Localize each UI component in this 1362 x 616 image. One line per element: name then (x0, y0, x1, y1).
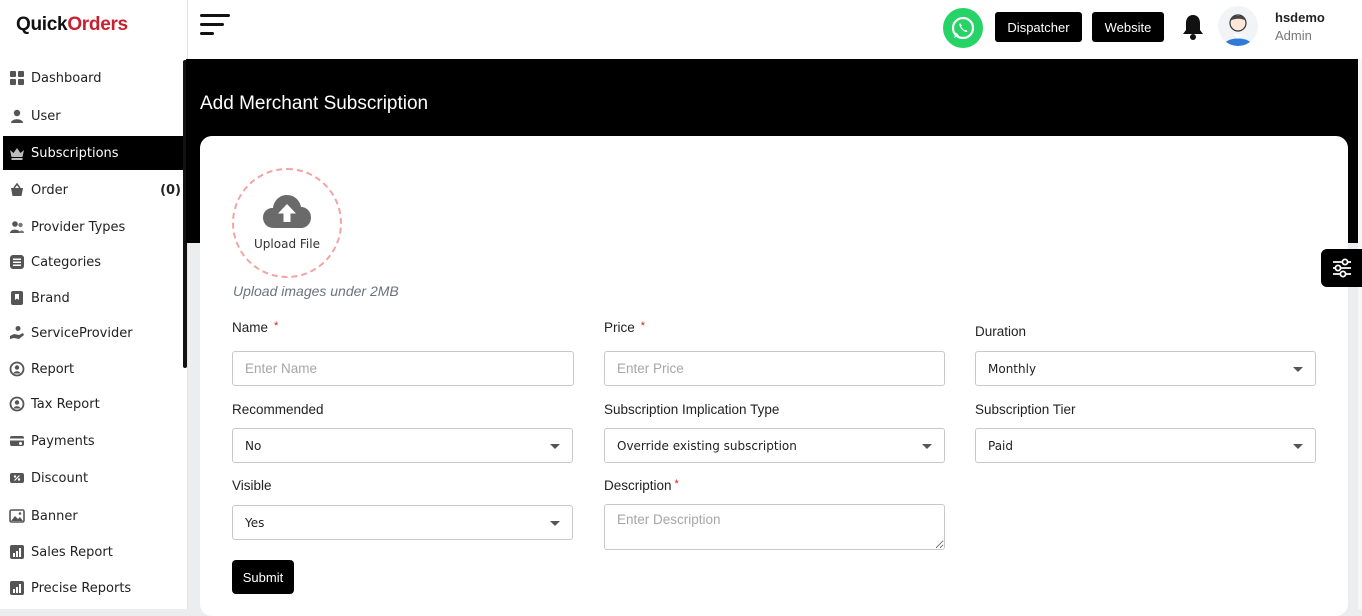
chevron-down-icon (1293, 444, 1303, 449)
sidebar-item-label: Subscriptions (31, 145, 119, 161)
price-label-text: Price (604, 320, 635, 335)
sidebar-item-label: Banner (31, 508, 78, 524)
recommended-select[interactable]: No (232, 428, 573, 463)
name-label-text: Name (232, 320, 269, 335)
hand-icon (3, 325, 31, 341)
sidebar-item-order[interactable]: Order (0) (3, 173, 183, 207)
chevron-down-icon (922, 444, 932, 449)
recommended-selected-value: No (245, 438, 262, 453)
upload-file-dropzone[interactable]: Upload File (232, 168, 342, 278)
order-count-badge: (0) (160, 182, 181, 198)
bookmark-icon (3, 290, 31, 306)
sidebar-item-label: Brand (31, 290, 70, 306)
discount-icon (3, 470, 31, 486)
sidebar-item-label: Dashboard (31, 70, 102, 86)
required-mark: * (640, 320, 646, 332)
report-icon (3, 361, 31, 377)
sidebar-item-label: Categories (31, 254, 102, 270)
sidebar: QuickOrders Dashboard User Subscriptions… (0, 0, 188, 609)
sidebar-item-banner[interactable]: Banner (3, 499, 183, 533)
whatsapp-icon[interactable] (943, 8, 983, 48)
right-gutter (1358, 59, 1362, 609)
sidebar-item-label: Report (31, 361, 75, 377)
user-role: Admin (1275, 28, 1312, 43)
sidebar-item-payments[interactable]: Payments (3, 424, 183, 458)
price-input[interactable] (604, 351, 945, 386)
sidebar-item-subscriptions[interactable]: Subscriptions (3, 136, 183, 170)
brand-logo[interactable]: QuickOrders (16, 14, 128, 36)
sidebar-item-label: Payments (31, 433, 95, 449)
tax-report-icon (3, 396, 31, 412)
sidebar-item-label: ServiceProvider (31, 325, 133, 341)
visible-selected-value: Yes (245, 515, 265, 530)
sidebar-item-label: Precise Reports (31, 580, 132, 596)
dashboard-icon (3, 70, 31, 86)
visible-select[interactable]: Yes (232, 505, 573, 540)
sidebar-item-label: Sales Report (31, 544, 113, 560)
sidebar-item-label: Discount (31, 470, 89, 486)
chevron-down-icon (1293, 367, 1303, 372)
chart-icon (3, 544, 31, 560)
sidebar-item-dashboard[interactable]: Dashboard (3, 61, 183, 95)
sidebar-item-discount[interactable]: Discount (3, 461, 183, 495)
description-label-text: Description (604, 478, 672, 493)
precise-chart-icon (3, 580, 31, 596)
sidebar-item-tax-report[interactable]: Tax Report (3, 387, 183, 421)
page-title: Add Merchant Subscription (200, 93, 429, 114)
sidebar-item-label: Tax Report (31, 396, 100, 412)
chevron-down-icon (550, 521, 560, 526)
list-icon (3, 254, 31, 270)
description-textarea[interactable] (604, 504, 945, 550)
cloud-upload-icon (263, 195, 311, 228)
sidebar-item-provider-types[interactable]: Provider Types (3, 210, 183, 244)
top-bar: Dispatcher Website hsdemo Admin (188, 0, 1362, 59)
implication-type-select[interactable]: Override existing subscription (604, 428, 945, 463)
subscription-tier-label: Subscription Tier (975, 402, 1076, 417)
required-mark: * (674, 478, 679, 490)
bell-icon[interactable] (1179, 12, 1207, 42)
user-icon (3, 108, 31, 124)
description-label: Description * (604, 478, 679, 493)
sidebar-item-precise-reports[interactable]: Precise Reports (3, 571, 183, 605)
sidebar-item-brand[interactable]: Brand (3, 281, 183, 315)
sidebar-item-sales-report[interactable]: Sales Report (3, 535, 183, 569)
sidebar-item-label: Order (31, 182, 68, 198)
submit-button[interactable]: Submit (232, 560, 294, 594)
subscription-tier-select[interactable]: Paid (975, 428, 1316, 463)
duration-selected-value: Monthly (988, 361, 1037, 376)
user-name: hsdemo (1275, 10, 1325, 25)
upload-hint: Upload images under 2MB (233, 283, 399, 299)
duration-label: Duration (975, 324, 1027, 339)
image-icon (3, 508, 31, 524)
price-label: Price * (604, 320, 645, 335)
duration-select[interactable]: Monthly (975, 351, 1316, 386)
payments-icon (3, 433, 31, 449)
sidebar-item-label: Provider Types (31, 219, 126, 235)
brand-name-part1: Quick (16, 14, 68, 35)
sidebar-item-categories[interactable]: Categories (3, 245, 183, 279)
name-input[interactable] (232, 351, 574, 386)
website-button[interactable]: Website (1092, 12, 1164, 42)
required-mark: * (274, 320, 279, 332)
menu-toggle-icon[interactable] (200, 14, 232, 38)
sidebar-item-serviceprovider[interactable]: ServiceProvider (3, 316, 183, 350)
implication-type-selected-value: Override existing subscription (617, 438, 797, 453)
recommended-label: Recommended (232, 402, 324, 417)
crown-icon (3, 145, 31, 161)
name-label: Name * (232, 320, 278, 335)
upload-file-label: Upload File (254, 237, 320, 251)
visible-label: Visible (232, 478, 272, 493)
basket-icon (3, 182, 31, 198)
sidebar-item-user[interactable]: User (3, 99, 183, 133)
subscription-tier-selected-value: Paid (988, 438, 1014, 453)
sidebar-item-label: User (31, 108, 61, 124)
settings-sliders-icon[interactable] (1321, 249, 1362, 287)
dispatcher-button[interactable]: Dispatcher (995, 12, 1082, 42)
brand-name-part2: Orders (67, 14, 128, 35)
users-icon (3, 219, 31, 235)
chevron-down-icon (550, 444, 560, 449)
implication-type-label: Subscription Implication Type (604, 402, 780, 417)
sidebar-item-report[interactable]: Report (3, 352, 183, 386)
avatar[interactable] (1218, 6, 1258, 46)
